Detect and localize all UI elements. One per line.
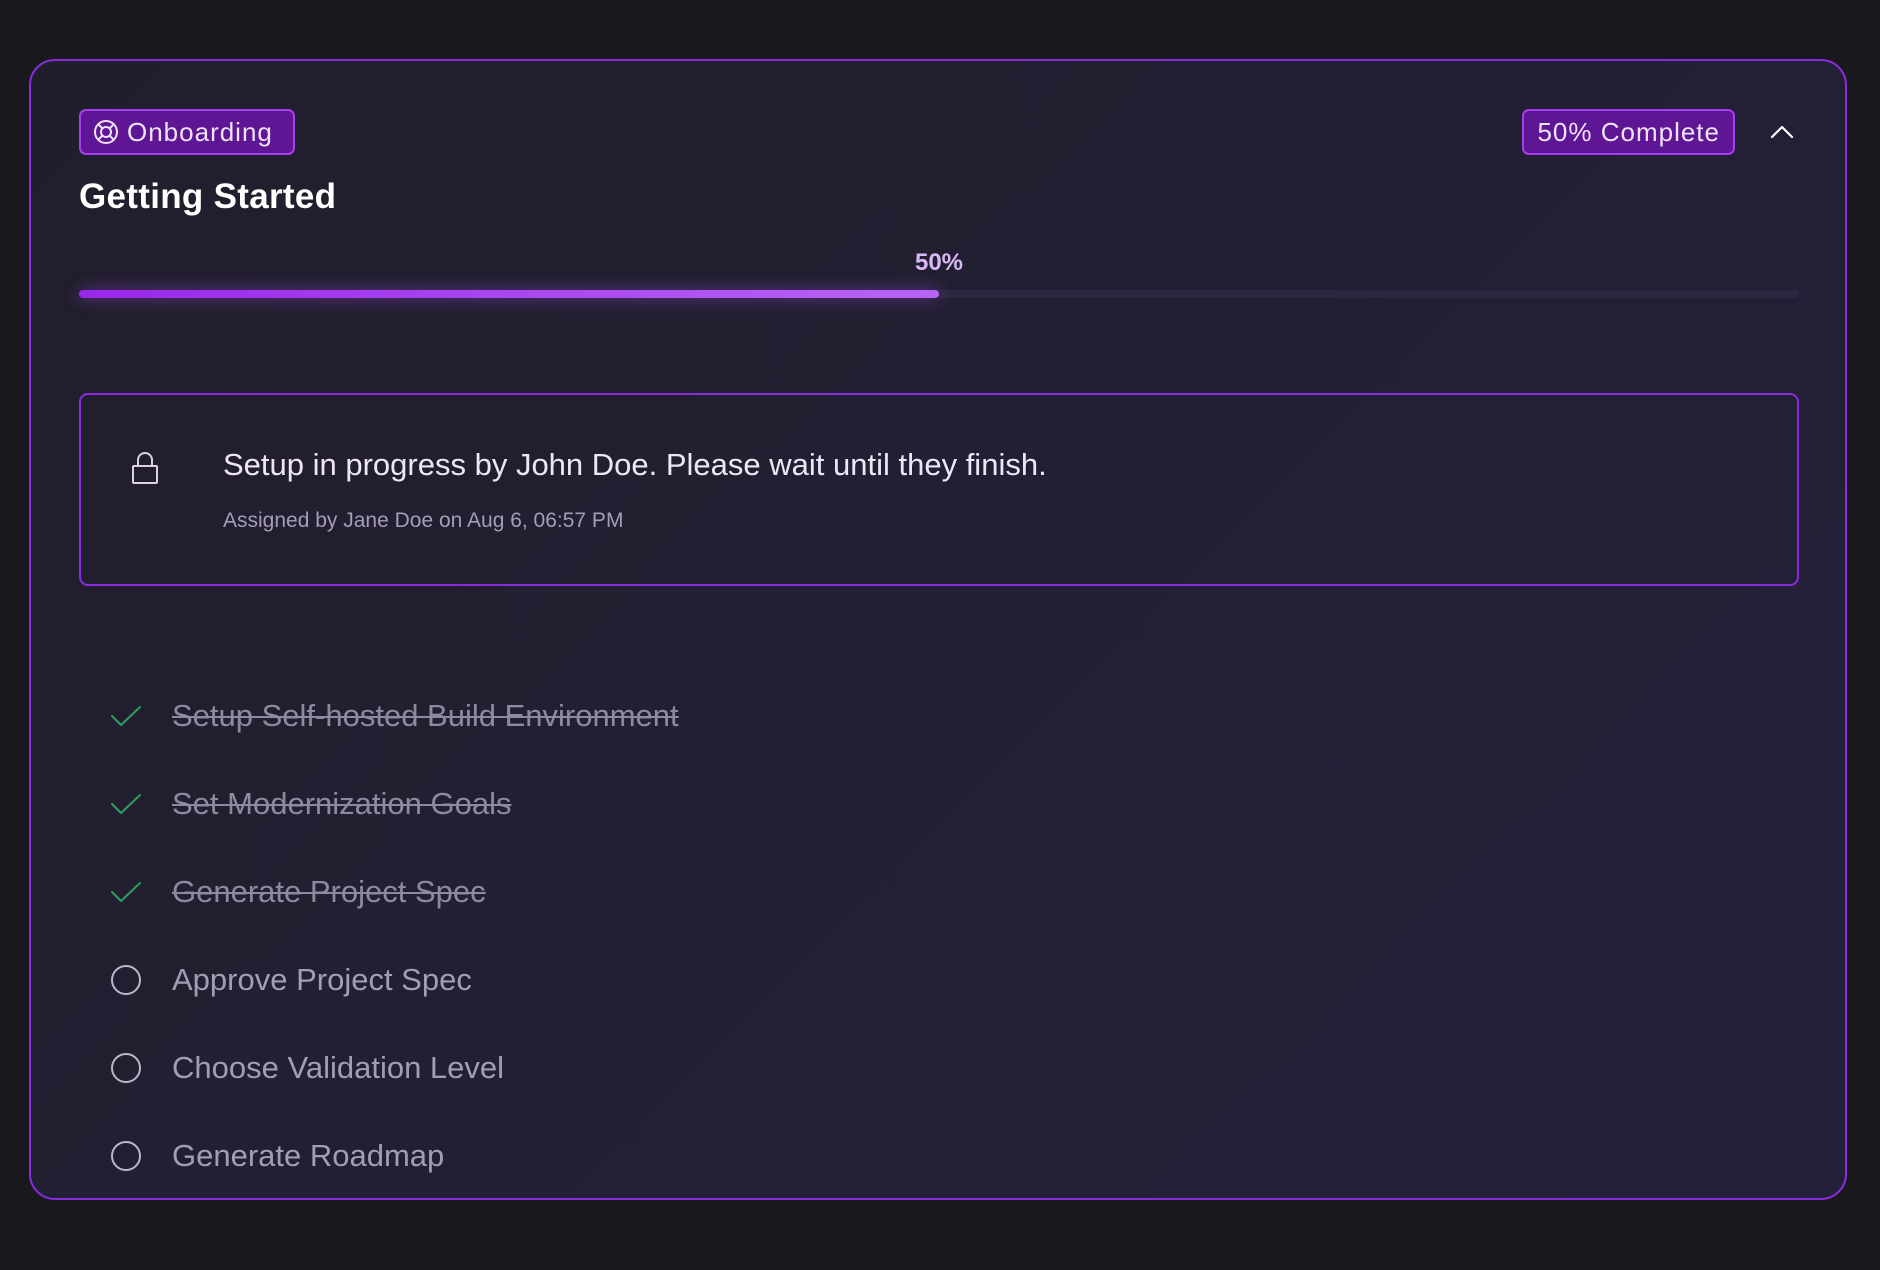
notice-meta: Assigned by Jane Doe on Aug 6, 06:57 PM [223, 509, 624, 532]
notice-message: Setup in progress by John Doe. Please wa… [223, 447, 1047, 482]
collapse-button[interactable] [1765, 115, 1799, 149]
checkmark-icon [109, 787, 143, 821]
progress-bar [79, 290, 1799, 298]
task-label: Set Modernization Goals [172, 786, 512, 821]
task-label: Choose Validation Level [172, 1050, 505, 1085]
task-item[interactable]: Choose Validation Level [109, 1043, 504, 1093]
task-item[interactable]: Generate Project Spec [109, 867, 486, 917]
onboarding-badge-label: Onboarding [127, 116, 273, 147]
lock-icon [131, 451, 159, 485]
task-item[interactable]: Approve Project Spec [109, 955, 472, 1005]
task-item[interactable]: Generate Roadmap [109, 1131, 444, 1181]
setup-notice: Setup in progress by John Doe. Please wa… [79, 393, 1799, 586]
progress-percent-label: 50% [914, 249, 964, 276]
circle-icon [109, 963, 143, 997]
task-label: Setup Self-hosted Build Environment [172, 698, 679, 733]
onboarding-card: Onboarding 50% Complete Getting Started … [29, 59, 1847, 1200]
onboarding-badge: Onboarding [79, 109, 295, 155]
task-label: Generate Roadmap [172, 1138, 445, 1173]
task-label: Approve Project Spec [172, 962, 472, 997]
task-item[interactable]: Setup Self-hosted Build Environment [109, 691, 679, 741]
progress-bar-fill [79, 290, 939, 298]
task-label: Generate Project Spec [172, 874, 486, 909]
lifebuoy-icon [93, 119, 119, 145]
chevron-up-icon [1770, 125, 1794, 139]
checkmark-icon [109, 699, 143, 733]
completion-badge: 50% Complete [1522, 109, 1735, 155]
checkmark-icon [109, 875, 143, 909]
task-item[interactable]: Set Modernization Goals [109, 779, 511, 829]
card-title: Getting Started [79, 177, 337, 216]
circle-icon [109, 1051, 143, 1085]
circle-icon [109, 1139, 143, 1173]
